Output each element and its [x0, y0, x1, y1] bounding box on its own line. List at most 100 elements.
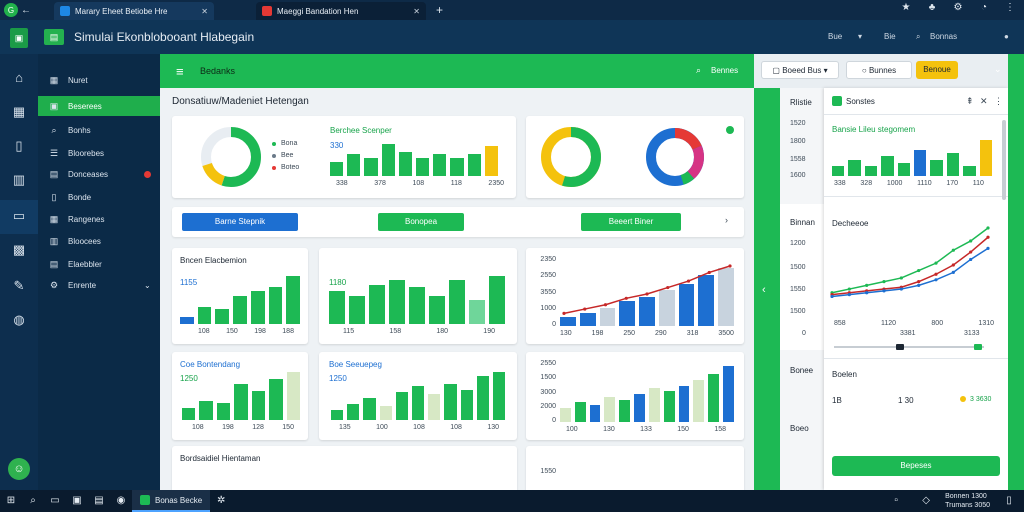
action-button[interactable]: Bonopea [378, 213, 464, 231]
sidebar-item-bonhs[interactable]: ⌕ Bonhs [38, 120, 160, 140]
line-chart [830, 226, 990, 299]
sidebar-item-bloocees[interactable]: ▥ Bloocees [38, 231, 160, 251]
tick-label: 1110 [917, 180, 932, 187]
chevron-down-icon[interactable]: ▾ [858, 32, 862, 41]
scrollbar[interactable] [1002, 120, 1006, 200]
bell-icon[interactable]: ◔ [976, 2, 992, 13]
chevron-left-icon[interactable]: ‹ [762, 284, 766, 296]
tick-label: 1550 [790, 286, 806, 293]
widget-icon[interactable]: ✲ [210, 490, 232, 512]
x-axis-ticks: 100 130 133 150 158 [566, 426, 726, 433]
windows-start-icon[interactable]: ⊞ [0, 490, 22, 512]
series-line [831, 227, 989, 294]
close-icon[interactable]: ✕ [413, 7, 420, 16]
data-point [562, 311, 566, 315]
sidebar-item-rangenes[interactable]: ▦ Rangenes [38, 209, 160, 229]
globe-icon[interactable]: ◍ [9, 310, 29, 330]
range-slider-handle[interactable] [896, 344, 904, 350]
chevron-down-icon[interactable]: ⌄ [994, 64, 1002, 75]
files-icon[interactable]: ▤ [88, 490, 110, 512]
browser-logo-icon[interactable]: G [4, 3, 18, 17]
y-axis-ticks: 2350 2550 3550 1000 0 [528, 256, 556, 328]
user-icon[interactable]: ● [1004, 32, 1009, 41]
browser-icon[interactable]: ◉ [110, 490, 132, 512]
bar [648, 388, 660, 422]
search-icon[interactable]: ⌕ [696, 65, 701, 76]
range-slider-track[interactable] [834, 346, 984, 348]
card-title: Boe Seeuepeg [329, 360, 382, 369]
tick-label: 188 [282, 328, 294, 335]
divider [824, 196, 1008, 197]
slider-value: 3381 [900, 330, 916, 337]
panel-label: Boeo [790, 424, 809, 433]
network-icon[interactable]: ◇ [915, 490, 937, 512]
action-button[interactable]: Barne Stepnik [182, 213, 298, 231]
apply-button[interactable]: Bepeses [832, 456, 1000, 476]
store-icon[interactable]: ▣ [66, 490, 88, 512]
search-icon[interactable]: ⌕ [22, 490, 44, 512]
data-point [917, 268, 921, 273]
task-view-icon[interactable]: ▭ [44, 490, 66, 512]
star-icon[interactable]: ★ [898, 2, 914, 13]
sidebar-item-nuret[interactable]: ▦ Nuret [38, 70, 160, 90]
inbox-icon[interactable]: ▥ [9, 170, 29, 190]
tab-favicon-icon [262, 6, 272, 16]
chevron-down-icon[interactable]: ⌄ [144, 281, 151, 290]
pen-icon[interactable]: ✎ [9, 276, 29, 296]
bar-chart [331, 372, 506, 420]
search-button[interactable]: ○ Bunnes [846, 61, 912, 79]
sidebar-item-beserees[interactable]: ▣ Beserees [38, 96, 160, 116]
action-button[interactable]: Beeert Biner [581, 213, 681, 231]
settings-icon[interactable]: ⚙ [950, 2, 966, 13]
show-desktop-icon[interactable]: ▯ [998, 490, 1020, 512]
sidebar-item-bloorebes[interactable]: ☰ Bloorebes [38, 143, 160, 163]
sidebar-item-bonde[interactable]: ▯ Bonde [38, 187, 160, 207]
panel-label: Rlistie [790, 98, 812, 107]
line-chart [562, 264, 732, 315]
filter-button[interactable]: ▢ Boeed Bus ▾ [761, 61, 839, 79]
bar [331, 410, 344, 420]
clock-date: Trumans 3050 [945, 502, 990, 509]
upload-icon[interactable]: ⇞ [966, 96, 974, 107]
toolbar-search-label[interactable]: Bennes [711, 66, 738, 75]
extension-icon[interactable]: ♣ [924, 2, 940, 13]
bar [560, 408, 571, 422]
sidebar-item-enrente[interactable]: ⚙ Enrente ⌄ [38, 275, 160, 295]
tab-2[interactable]: Maeggi Bandation Hen ✕ [256, 2, 426, 20]
sidebar-item-donceases[interactable]: ▤ Donceases [38, 164, 160, 184]
analytics-icon[interactable]: ▩ [9, 240, 29, 260]
header-search-label[interactable]: Bonnas [930, 32, 957, 41]
search-icon[interactable]: ⌕ [916, 32, 920, 42]
bar [897, 162, 911, 176]
tick-label: 115 [343, 328, 355, 335]
tab-favicon-icon [60, 6, 70, 16]
new-tab-icon[interactable]: + [436, 3, 443, 17]
tab-1[interactable]: Marary Eheet Betiobe Hre ✕ [54, 2, 214, 20]
avatar[interactable]: ☺ [8, 458, 30, 480]
back-arrow-icon[interactable]: ← [18, 2, 34, 18]
range-slider-handle[interactable] [974, 344, 982, 350]
document-icon[interactable]: ▯ [9, 136, 29, 156]
tick-label: 110 [972, 180, 984, 187]
bar [364, 158, 378, 176]
close-icon[interactable]: ✕ [980, 96, 988, 107]
close-icon[interactable]: ✕ [201, 7, 208, 16]
header-menu-item[interactable]: Bie [884, 32, 896, 41]
monitor-icon[interactable]: ▭ [9, 206, 29, 226]
notification-icon[interactable]: ▫ [885, 490, 907, 512]
taskbar-app[interactable]: Bonas Becke [132, 490, 211, 512]
sidebar-item-elaebbler[interactable]: ▤ Elaebbler [38, 254, 160, 274]
apps-grid-icon[interactable]: ▤ [44, 29, 64, 45]
calendar-icon[interactable]: ▦ [9, 102, 29, 122]
bar [395, 392, 408, 420]
menu-icon[interactable]: ⋮ [1002, 2, 1018, 13]
clock[interactable]: Bonnen 1300 Trumans 3050 [945, 492, 990, 510]
primary-button[interactable]: Benoue [916, 61, 958, 79]
header-menu-item[interactable]: Bue [828, 32, 842, 41]
chevron-right-icon[interactable]: › [725, 215, 728, 225]
bar [832, 166, 845, 176]
card-title: Bncen Elacbemion [180, 256, 247, 265]
home-icon[interactable]: ⌂ [9, 68, 29, 88]
more-icon[interactable]: ⋮ [994, 96, 1003, 107]
hamburger-icon[interactable]: ≡ [176, 64, 184, 79]
